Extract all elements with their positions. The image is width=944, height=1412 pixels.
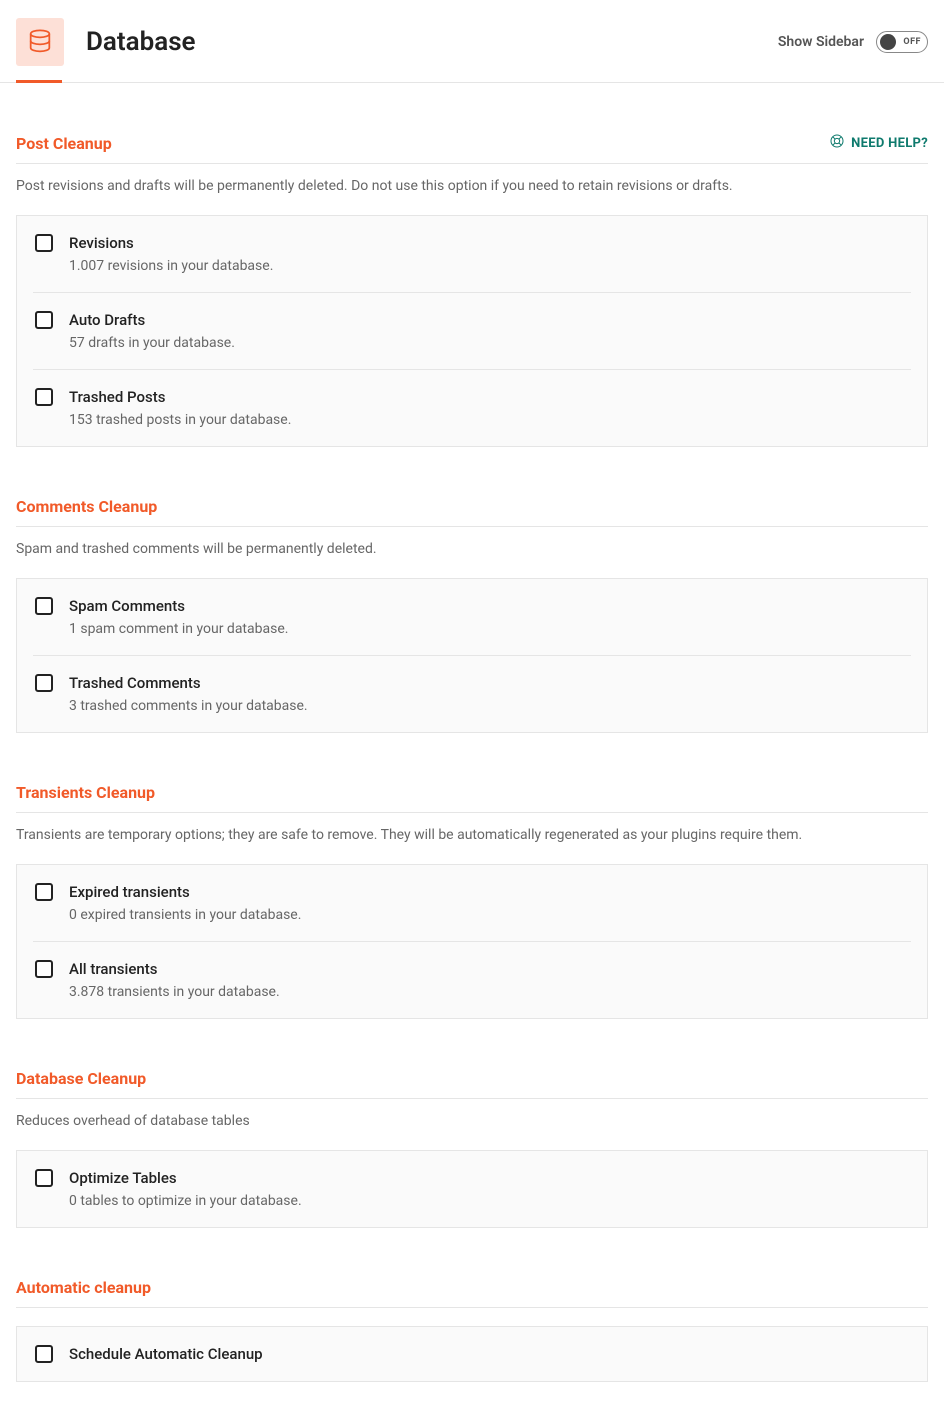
row-sub: 57 drafts in your database. xyxy=(69,335,235,351)
row-label: All transients xyxy=(69,960,280,978)
row-label: Expired transients xyxy=(69,883,301,901)
row-schedule-auto-cleanup: Schedule Automatic Cleanup xyxy=(17,1327,927,1381)
section-title: Automatic cleanup xyxy=(16,1278,151,1297)
section-title: Post Cleanup xyxy=(16,134,112,153)
row-optimize-tables: Optimize Tables 0 tables to optimize in … xyxy=(17,1151,927,1227)
toggle-knob xyxy=(880,34,896,50)
checkbox-trashed-comments[interactable] xyxy=(35,674,53,692)
panel: Optimize Tables 0 tables to optimize in … xyxy=(16,1150,928,1228)
section-comments-cleanup: Comments Cleanup Spam and trashed commen… xyxy=(16,497,928,733)
row-trashed-posts: Trashed Posts 153 trashed posts in your … xyxy=(33,369,911,446)
checkbox-auto-drafts[interactable] xyxy=(35,311,53,329)
checkbox-trashed-posts[interactable] xyxy=(35,388,53,406)
header-right: Show Sidebar OFF xyxy=(778,31,928,53)
checkbox-expired-transients[interactable] xyxy=(35,883,53,901)
section-desc: Post revisions and drafts will be perman… xyxy=(16,176,928,197)
panel: Revisions 1.007 revisions in your databa… xyxy=(16,215,928,447)
section-desc: Transients are temporary options; they a… xyxy=(16,825,928,846)
page-title: Database xyxy=(86,27,196,57)
checkbox-all-transients[interactable] xyxy=(35,960,53,978)
row-sub: 1 spam comment in your database. xyxy=(69,621,288,637)
row-sub: 3.878 transients in your database. xyxy=(69,984,280,1000)
row-sub: 0 expired transients in your database. xyxy=(69,907,301,923)
section-post-cleanup: Post Cleanup NEED HELP? Post revisions a… xyxy=(16,133,928,447)
row-sub: 1.007 revisions in your database. xyxy=(69,258,273,274)
section-title: Database Cleanup xyxy=(16,1069,146,1088)
row-trashed-comments: Trashed Comments 3 trashed comments in y… xyxy=(33,655,911,732)
section-transients-cleanup: Transients Cleanup Transients are tempor… xyxy=(16,783,928,1019)
row-expired-transients: Expired transients 0 expired transients … xyxy=(17,865,927,941)
section-header: Automatic cleanup xyxy=(16,1278,928,1308)
show-sidebar-label: Show Sidebar xyxy=(778,34,864,50)
section-automatic-cleanup: Automatic cleanup Schedule Automatic Cle… xyxy=(16,1278,928,1382)
need-help-link[interactable]: NEED HELP? xyxy=(829,133,928,153)
panel: Schedule Automatic Cleanup xyxy=(16,1326,928,1382)
checkbox-optimize-tables[interactable] xyxy=(35,1169,53,1187)
checkbox-schedule-auto-cleanup[interactable] xyxy=(35,1345,53,1363)
section-header: Post Cleanup NEED HELP? xyxy=(16,133,928,164)
row-label: Spam Comments xyxy=(69,597,288,615)
row-sub: 0 tables to optimize in your database. xyxy=(69,1193,302,1209)
panel: Expired transients 0 expired transients … xyxy=(16,864,928,1019)
row-label: Auto Drafts xyxy=(69,311,235,329)
section-header: Database Cleanup xyxy=(16,1069,928,1099)
row-all-transients: All transients 3.878 transients in your … xyxy=(33,941,911,1018)
row-label: Schedule Automatic Cleanup xyxy=(69,1345,263,1363)
section-title: Comments Cleanup xyxy=(16,497,157,516)
panel: Spam Comments 1 spam comment in your dat… xyxy=(16,578,928,733)
show-sidebar-toggle[interactable]: OFF xyxy=(876,31,928,53)
row-label: Trashed Posts xyxy=(69,388,291,406)
active-tab-indicator xyxy=(16,80,62,83)
row-revisions: Revisions 1.007 revisions in your databa… xyxy=(17,216,927,292)
section-desc: Spam and trashed comments will be perman… xyxy=(16,539,928,560)
row-spam-comments: Spam Comments 1 spam comment in your dat… xyxy=(17,579,927,655)
row-label: Revisions xyxy=(69,234,273,252)
help-icon xyxy=(829,133,845,153)
section-database-cleanup: Database Cleanup Reduces overhead of dat… xyxy=(16,1069,928,1228)
row-label: Optimize Tables xyxy=(69,1169,302,1187)
row-sub: 153 trashed posts in your database. xyxy=(69,412,291,428)
checkbox-spam-comments[interactable] xyxy=(35,597,53,615)
section-desc: Reduces overhead of database tables xyxy=(16,1111,928,1132)
section-title: Transients Cleanup xyxy=(16,783,155,802)
row-label: Trashed Comments xyxy=(69,674,308,692)
page-header: Database Show Sidebar OFF xyxy=(0,0,944,83)
section-header: Comments Cleanup xyxy=(16,497,928,527)
toggle-state-text: OFF xyxy=(903,37,921,47)
help-label: NEED HELP? xyxy=(851,136,928,151)
row-auto-drafts: Auto Drafts 57 drafts in your database. xyxy=(33,292,911,369)
checkbox-revisions[interactable] xyxy=(35,234,53,252)
section-header: Transients Cleanup xyxy=(16,783,928,813)
database-icon xyxy=(16,18,64,66)
row-sub: 3 trashed comments in your database. xyxy=(69,698,308,714)
content: Post Cleanup NEED HELP? Post revisions a… xyxy=(0,133,944,1412)
